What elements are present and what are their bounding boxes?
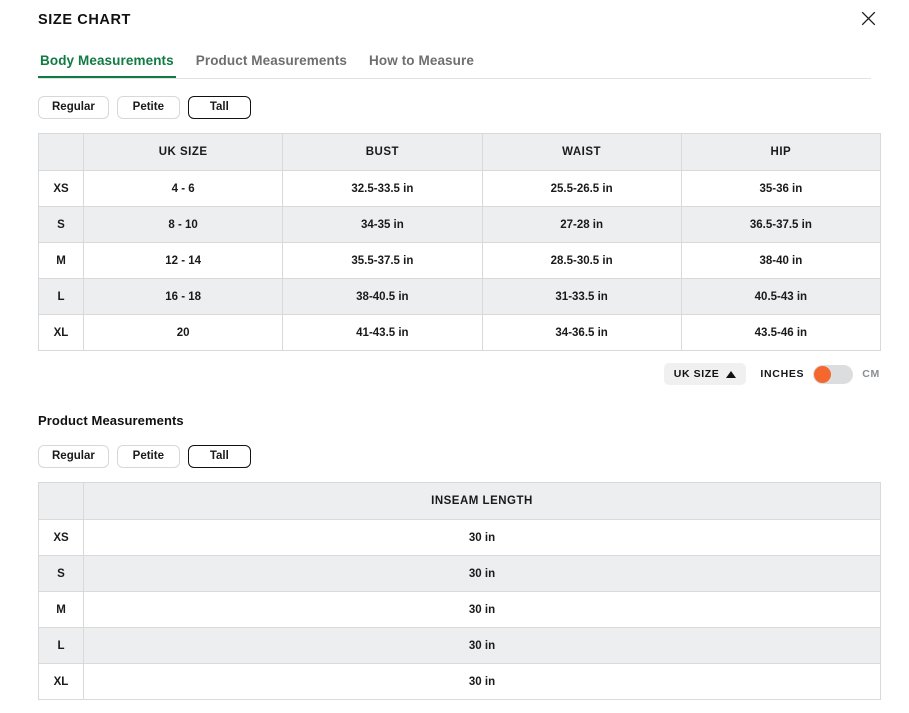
table-body: XS 4 - 6 32.5-33.5 in 25.5-26.5 in 35-36… [38, 170, 882, 351]
product-fit-regular[interactable]: Regular [38, 445, 109, 468]
column-header-inseam-length: INSEAM LENGTH [83, 482, 881, 520]
cell-size: XL [38, 314, 84, 351]
cell-size: M [38, 242, 84, 279]
cell-size: XS [38, 519, 84, 556]
table-header-row: UK SIZE BUST WAIST HIP [38, 133, 882, 171]
table-body: XS 30 in S 30 in M 30 in L 30 in XL 30 i… [38, 519, 881, 700]
tab-how-to-measure[interactable]: How to Measure [367, 53, 476, 78]
table-row: S 8 - 10 34-35 in 27-28 in 36.5-37.5 in [38, 206, 882, 243]
cell-inseam-length: 30 in [83, 627, 881, 664]
cell-inseam-length: 30 in [83, 663, 881, 700]
cell-size: M [38, 591, 84, 628]
body-measurements-table-wrap: UK SIZE BUST WAIST HIP XS 4 - 6 32.5-33.… [38, 133, 882, 351]
table-row: M 30 in [38, 591, 881, 628]
cell-size: XL [38, 663, 84, 700]
cell-bust: 38-40.5 in [282, 278, 483, 315]
table-row: XL 30 in [38, 663, 881, 700]
cell-waist: 27-28 in [481, 206, 682, 243]
cell-inseam-length: 30 in [83, 519, 881, 556]
cell-hip: 36.5-37.5 in [680, 206, 882, 243]
cell-waist: 28.5-30.5 in [481, 242, 682, 279]
column-header-size [38, 133, 84, 171]
cell-uk-size: 12 - 14 [82, 242, 284, 279]
cell-size: L [38, 627, 84, 664]
unit-label-cm: CM [862, 368, 880, 380]
product-measurements-table-wrap: INSEAM LENGTH XS 30 in S 30 in M 30 in L [38, 482, 881, 700]
cell-inseam-length: 30 in [83, 591, 881, 628]
product-fit-petite[interactable]: Petite [116, 445, 180, 468]
body-fit-regular[interactable]: Regular [38, 96, 109, 119]
table-head: UK SIZE BUST WAIST HIP [38, 133, 882, 171]
page-title: SIZE CHART [38, 12, 131, 28]
close-icon [861, 11, 876, 26]
column-header-size [38, 482, 84, 520]
tab-body-measurements[interactable]: Body Measurements [38, 53, 176, 78]
table-header-row: INSEAM LENGTH [38, 482, 881, 520]
table-row: M 12 - 14 35.5-37.5 in 28.5-30.5 in 38-4… [38, 242, 882, 279]
cell-hip: 43.5-46 in [680, 314, 882, 351]
cell-bust: 41-43.5 in [282, 314, 483, 351]
cell-uk-size: 16 - 18 [82, 278, 284, 315]
body-measurements-table: UK SIZE BUST WAIST HIP XS 4 - 6 32.5-33.… [38, 133, 882, 351]
cell-inseam-length: 30 in [83, 555, 881, 592]
column-header-bust: BUST [282, 133, 483, 171]
unit-toggle-group: INCHES CM [760, 364, 880, 384]
cell-hip: 35-36 in [680, 170, 882, 207]
cell-bust: 32.5-33.5 in [282, 170, 483, 207]
column-header-waist: WAIST [481, 133, 682, 171]
cell-hip: 38-40 in [680, 242, 882, 279]
cell-size: XS [38, 170, 84, 207]
size-system-dropdown[interactable]: UK SIZE [663, 363, 747, 385]
tab-bar: Body Measurements Product Measurements H… [38, 50, 871, 79]
product-measurements-heading: Product Measurements [38, 413, 184, 428]
cell-waist: 25.5-26.5 in [481, 170, 682, 207]
unit-toggle-switch[interactable] [813, 364, 854, 384]
cell-hip: 40.5-43 in [680, 278, 882, 315]
close-button[interactable] [855, 5, 881, 31]
body-fit-petite[interactable]: Petite [116, 96, 180, 119]
cell-bust: 35.5-37.5 in [282, 242, 483, 279]
product-fit-tall[interactable]: Tall [187, 445, 251, 468]
size-chart-modal: SIZE CHART Body Measurements Product Mea… [0, 0, 909, 713]
cell-bust: 34-35 in [282, 206, 483, 243]
caret-up-icon [726, 370, 737, 378]
cell-size: S [38, 206, 84, 243]
table-row: XS 4 - 6 32.5-33.5 in 25.5-26.5 in 35-36… [38, 170, 882, 207]
table-row: L 30 in [38, 627, 881, 664]
tab-product-measurements[interactable]: Product Measurements [194, 53, 349, 78]
product-measurements-table: INSEAM LENGTH XS 30 in S 30 in M 30 in L [38, 482, 881, 700]
cell-size: L [38, 278, 84, 315]
table-row: XL 20 41-43.5 in 34-36.5 in 43.5-46 in [38, 314, 882, 351]
column-header-hip: HIP [680, 133, 882, 171]
table-head: INSEAM LENGTH [38, 482, 881, 520]
toggle-knob [814, 365, 832, 383]
table-row: L 16 - 18 38-40.5 in 31-33.5 in 40.5-43 … [38, 278, 882, 315]
table-row: S 30 in [38, 555, 881, 592]
cell-uk-size: 4 - 6 [82, 170, 284, 207]
cell-uk-size: 8 - 10 [82, 206, 284, 243]
cell-waist: 31-33.5 in [481, 278, 682, 315]
modal-header: SIZE CHART [0, 0, 909, 30]
body-fit-tall[interactable]: Tall [187, 96, 251, 119]
product-fit-selector: Regular Petite Tall [38, 445, 871, 468]
table-controls: UK SIZE INCHES CM [38, 361, 880, 387]
body-fit-selector: Regular Petite Tall [38, 96, 871, 119]
table-row: XS 30 in [38, 519, 881, 556]
column-header-uk-size: UK SIZE [82, 133, 284, 171]
unit-label-inches: INCHES [760, 368, 805, 380]
cell-size: S [38, 555, 84, 592]
cell-waist: 34-36.5 in [481, 314, 682, 351]
size-system-label: UK SIZE [673, 368, 720, 380]
cell-uk-size: 20 [82, 314, 284, 351]
